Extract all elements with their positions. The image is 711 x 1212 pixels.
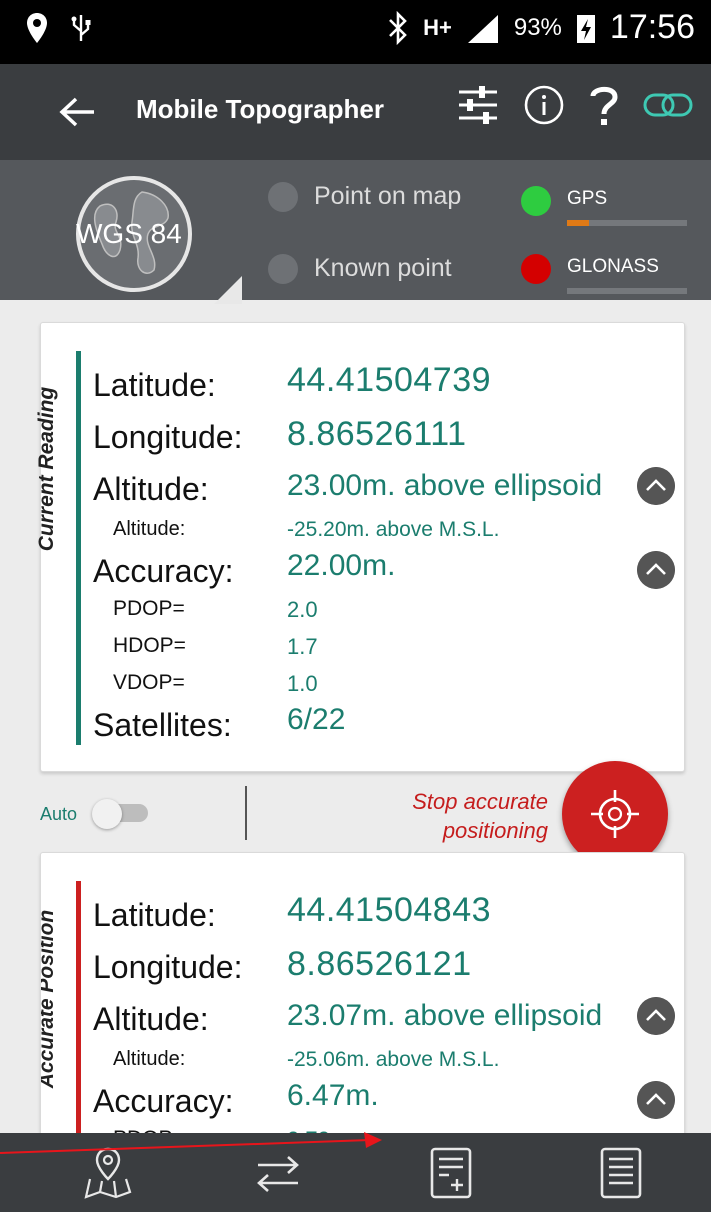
hdop-value: 1.7 [287,634,318,659]
current-reading-label: Current Reading [35,386,58,552]
auto-toggle[interactable] [92,799,148,829]
option-known-point[interactable]: Known point [268,254,452,284]
back-arrow-icon[interactable] [50,84,106,140]
calculator-list-icon[interactable] [424,1145,480,1201]
expand-corner-icon[interactable] [214,276,242,304]
constellation-label: GLONASS [567,256,659,277]
battery-charging-icon [576,14,595,43]
help-icon[interactable] [587,82,621,128]
altitude-label: Altitude: [93,1001,209,1037]
latitude-label: Latitude: [93,367,216,403]
altitude-ellipsoid-clip: 23.07m. above ellipsoid [287,999,637,1033]
pdop-label: PDOP= [113,597,185,620]
altitude-ellipsoid-value: 23.00m. above ellipsoid [287,469,603,502]
auto-toggle-thumb [92,799,122,829]
longitude-label: Longitude: [93,419,243,455]
altitude-msl-value: -25.20m. above M.S.L. [287,518,500,541]
info-icon[interactable] [523,84,565,126]
bottom-nav [0,1133,711,1212]
altitude-label: Altitude: [93,471,209,507]
latitude-value: 44.41504843 [287,891,492,929]
clock: 17:56 [609,8,695,46]
satellites-label: Satellites: [93,707,232,743]
accuracy-label: Accuracy: [93,1083,234,1119]
settings-sliders-icon[interactable] [455,82,501,128]
altitude-msl-label: Altitude: [113,518,186,540]
gps-signal-fill [567,220,589,226]
list-icon[interactable] [594,1145,650,1201]
stop-positioning-text: Stop accurate positioning [412,787,548,845]
vdop-value: 1.0 [287,671,318,696]
location-icon [27,13,47,43]
altitude-ellipsoid-value: 23.07m. above ellipsoid [287,999,603,1032]
status-bar: H+ 93% 17:56 [0,0,711,64]
accurate-position-label: Accurate Position [40,909,58,1089]
gps-status-indicator [521,186,551,216]
altitude-ellipsoid-clip: 23.00m. above ellipsoid [287,469,637,503]
latitude-label: Latitude: [93,897,216,933]
altitude-msl-label: Altitude: [113,1048,186,1070]
datum-label[interactable]: WGS 84 [76,218,182,250]
accuracy-label: Accuracy: [93,553,234,589]
accurate-position-card: Accurate Position Latitude: 44.41504843 … [40,852,685,1152]
radio-known-point[interactable] [268,254,298,284]
bluetooth-icon [389,10,407,45]
radio-point-on-map[interactable] [268,182,298,212]
constellation-gps: GPS [521,186,687,226]
stop-text-line2: positioning [442,818,548,843]
app-bar: Mobile Topographer [0,64,711,160]
option-label: Known point [314,254,452,282]
constellation-label: GPS [567,188,608,209]
network-type: H+ [423,14,452,40]
glonass-signal-bar [567,288,687,294]
collapse-altitude-chevron-icon[interactable] [637,997,675,1035]
collapse-altitude-chevron-icon[interactable] [637,467,675,505]
link-icon[interactable] [643,90,693,120]
battery-percent: 93% [513,13,562,41]
longitude-value: 8.86526121 [287,945,472,983]
longitude-label: Longitude: [93,949,243,985]
accuracy-value: 6.47m. [287,1079,379,1112]
usb-icon [71,15,91,41]
collapse-accuracy-chevron-icon[interactable] [637,1081,675,1119]
collapse-accuracy-chevron-icon[interactable] [637,551,675,589]
longitude-value: 8.86526111 [287,415,467,453]
app-title: Mobile Topographer [136,94,384,124]
gps-signal-bar [567,220,687,226]
altitude-msl-value: -25.06m. above M.S.L. [287,1048,500,1071]
satellites-value: 6/22 [287,703,346,736]
hdop-label: HDOP= [113,634,186,657]
option-point-on-map[interactable]: Point on map [268,182,462,212]
divider [245,786,247,840]
constellation-glonass: GLONASS [521,254,687,294]
glonass-status-indicator [521,254,551,284]
accurate-position-accent-line [76,881,81,1151]
source-panel: WGS 84 Point on map Known point GPS GLON… [0,160,711,304]
stop-text-line1: Stop accurate [412,789,548,814]
map-pin-icon[interactable] [80,1145,136,1201]
signal-icon [467,14,498,43]
option-label: Point on map [314,182,462,210]
vdop-label: VDOP= [113,671,185,694]
pdop-value: 2.0 [287,597,318,622]
latitude-value: 44.41504739 [287,361,492,399]
swap-icon[interactable] [250,1145,306,1201]
current-reading-card: Current Reading Latitude: 44.41504739 Lo… [35,322,685,772]
auto-label: Auto [40,804,78,824]
accuracy-value: 22.00m. [287,549,396,582]
current-reading-accent-line [76,351,81,745]
